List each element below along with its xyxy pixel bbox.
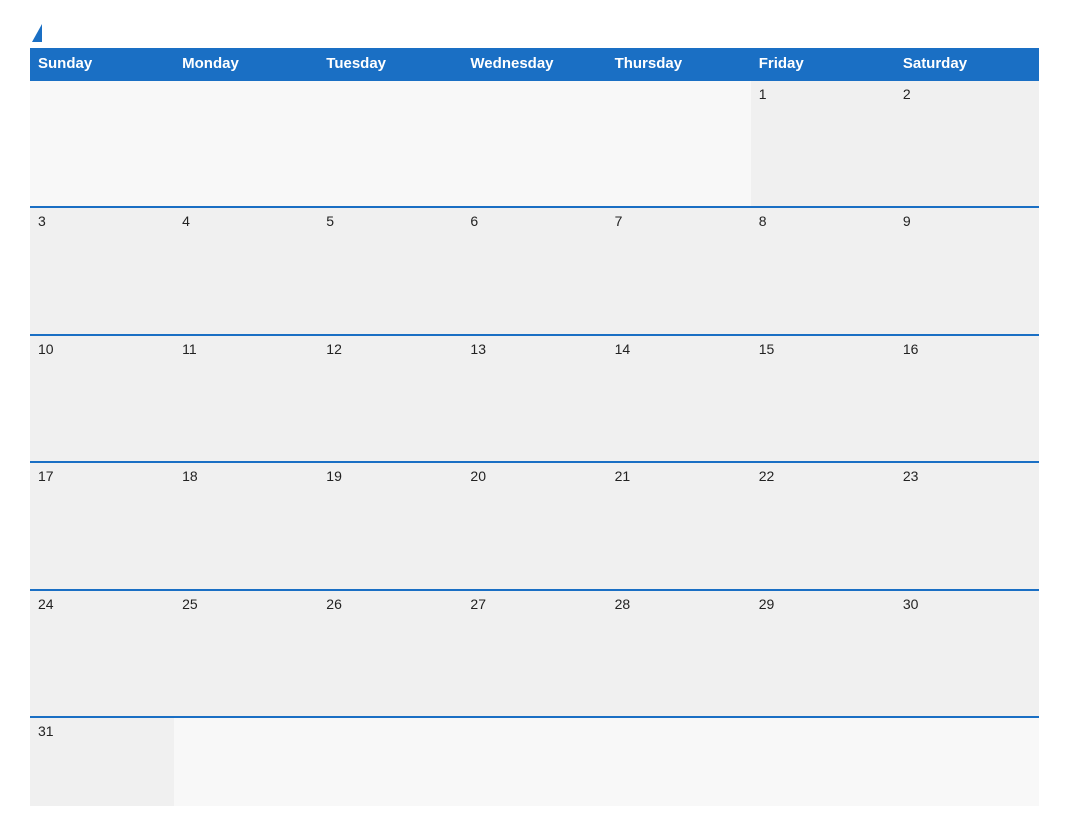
- day-number: 2: [903, 86, 1031, 102]
- day-cell: 31: [30, 718, 174, 806]
- day-cell: 20: [462, 463, 606, 588]
- day-cell: [462, 718, 606, 806]
- day-number: 25: [182, 596, 310, 612]
- header: [30, 20, 1039, 38]
- day-cell: 28: [607, 591, 751, 716]
- day-number: 10: [38, 341, 166, 357]
- day-cell: [30, 81, 174, 206]
- day-number: 23: [903, 468, 1031, 484]
- day-cell: 22: [751, 463, 895, 588]
- day-cell: 21: [607, 463, 751, 588]
- day-cell: 11: [174, 336, 318, 461]
- day-cell: 16: [895, 336, 1039, 461]
- day-number: 24: [38, 596, 166, 612]
- day-number: 3: [38, 213, 166, 229]
- day-cell: 17: [30, 463, 174, 588]
- day-number: 31: [38, 723, 166, 739]
- day-cell: 1: [751, 81, 895, 206]
- day-number: 20: [470, 468, 598, 484]
- week-row-2: 10 11 12 13 14 15 16: [30, 334, 1039, 461]
- logo: [30, 24, 42, 38]
- day-number: 26: [326, 596, 454, 612]
- day-cell: 30: [895, 591, 1039, 716]
- day-cell: [607, 81, 751, 206]
- weeks-container: 1234567891011121314151617181920212223242…: [30, 79, 1039, 806]
- logo-triangle-icon: [32, 24, 42, 42]
- calendar: SundayMondayTuesdayWednesdayThursdayFrid…: [30, 48, 1039, 806]
- day-header-tuesday: Tuesday: [318, 48, 462, 79]
- day-cell: 5: [318, 208, 462, 333]
- day-number: 14: [615, 341, 743, 357]
- day-number: 8: [759, 213, 887, 229]
- day-cell: 12: [318, 336, 462, 461]
- day-number: 27: [470, 596, 598, 612]
- day-cell: 23: [895, 463, 1039, 588]
- day-number: 9: [903, 213, 1031, 229]
- day-number: 11: [182, 341, 310, 357]
- day-cell: 7: [607, 208, 751, 333]
- day-header-friday: Friday: [751, 48, 895, 79]
- day-cell: 9: [895, 208, 1039, 333]
- day-cell: 18: [174, 463, 318, 588]
- day-header-wednesday: Wednesday: [462, 48, 606, 79]
- day-cell: [174, 81, 318, 206]
- day-header-thursday: Thursday: [607, 48, 751, 79]
- day-number: 18: [182, 468, 310, 484]
- day-number: 6: [470, 213, 598, 229]
- day-cell: 10: [30, 336, 174, 461]
- day-cell: 26: [318, 591, 462, 716]
- day-number: 12: [326, 341, 454, 357]
- day-cell: [895, 718, 1039, 806]
- day-number: 30: [903, 596, 1031, 612]
- week-row-3: 17 18 19 20 21 22 23: [30, 461, 1039, 588]
- day-cell: 19: [318, 463, 462, 588]
- day-cell: 29: [751, 591, 895, 716]
- day-number: 7: [615, 213, 743, 229]
- day-cell: [318, 718, 462, 806]
- week-row-4: 24 25 26 27 28 29 30: [30, 589, 1039, 716]
- day-number: 29: [759, 596, 887, 612]
- day-number: 13: [470, 341, 598, 357]
- day-cell: [607, 718, 751, 806]
- day-cell: 6: [462, 208, 606, 333]
- day-cell: 27: [462, 591, 606, 716]
- day-cell: 24: [30, 591, 174, 716]
- day-number: 17: [38, 468, 166, 484]
- day-cell: [174, 718, 318, 806]
- day-number: 19: [326, 468, 454, 484]
- day-header-saturday: Saturday: [895, 48, 1039, 79]
- day-number: 15: [759, 341, 887, 357]
- logo-top: [30, 24, 42, 42]
- calendar-page: SundayMondayTuesdayWednesdayThursdayFrid…: [0, 0, 1069, 826]
- day-number: 28: [615, 596, 743, 612]
- day-number: 21: [615, 468, 743, 484]
- day-number: 16: [903, 341, 1031, 357]
- day-cell: 4: [174, 208, 318, 333]
- day-cell: 3: [30, 208, 174, 333]
- day-cell: [751, 718, 895, 806]
- week-row-1: 3456 789: [30, 206, 1039, 333]
- day-header-monday: Monday: [174, 48, 318, 79]
- day-number: 5: [326, 213, 454, 229]
- day-cell: 13: [462, 336, 606, 461]
- day-cell: 14: [607, 336, 751, 461]
- day-cell: 8: [751, 208, 895, 333]
- day-header-sunday: Sunday: [30, 48, 174, 79]
- week-row-0: 12: [30, 79, 1039, 206]
- day-number: 22: [759, 468, 887, 484]
- day-cell: [462, 81, 606, 206]
- day-number: 1: [759, 86, 887, 102]
- week-row-5: 31: [30, 716, 1039, 806]
- day-number: 4: [182, 213, 310, 229]
- day-cell: 2: [895, 81, 1039, 206]
- day-headers-row: SundayMondayTuesdayWednesdayThursdayFrid…: [30, 48, 1039, 79]
- day-cell: [318, 81, 462, 206]
- day-cell: 25: [174, 591, 318, 716]
- day-cell: 15: [751, 336, 895, 461]
